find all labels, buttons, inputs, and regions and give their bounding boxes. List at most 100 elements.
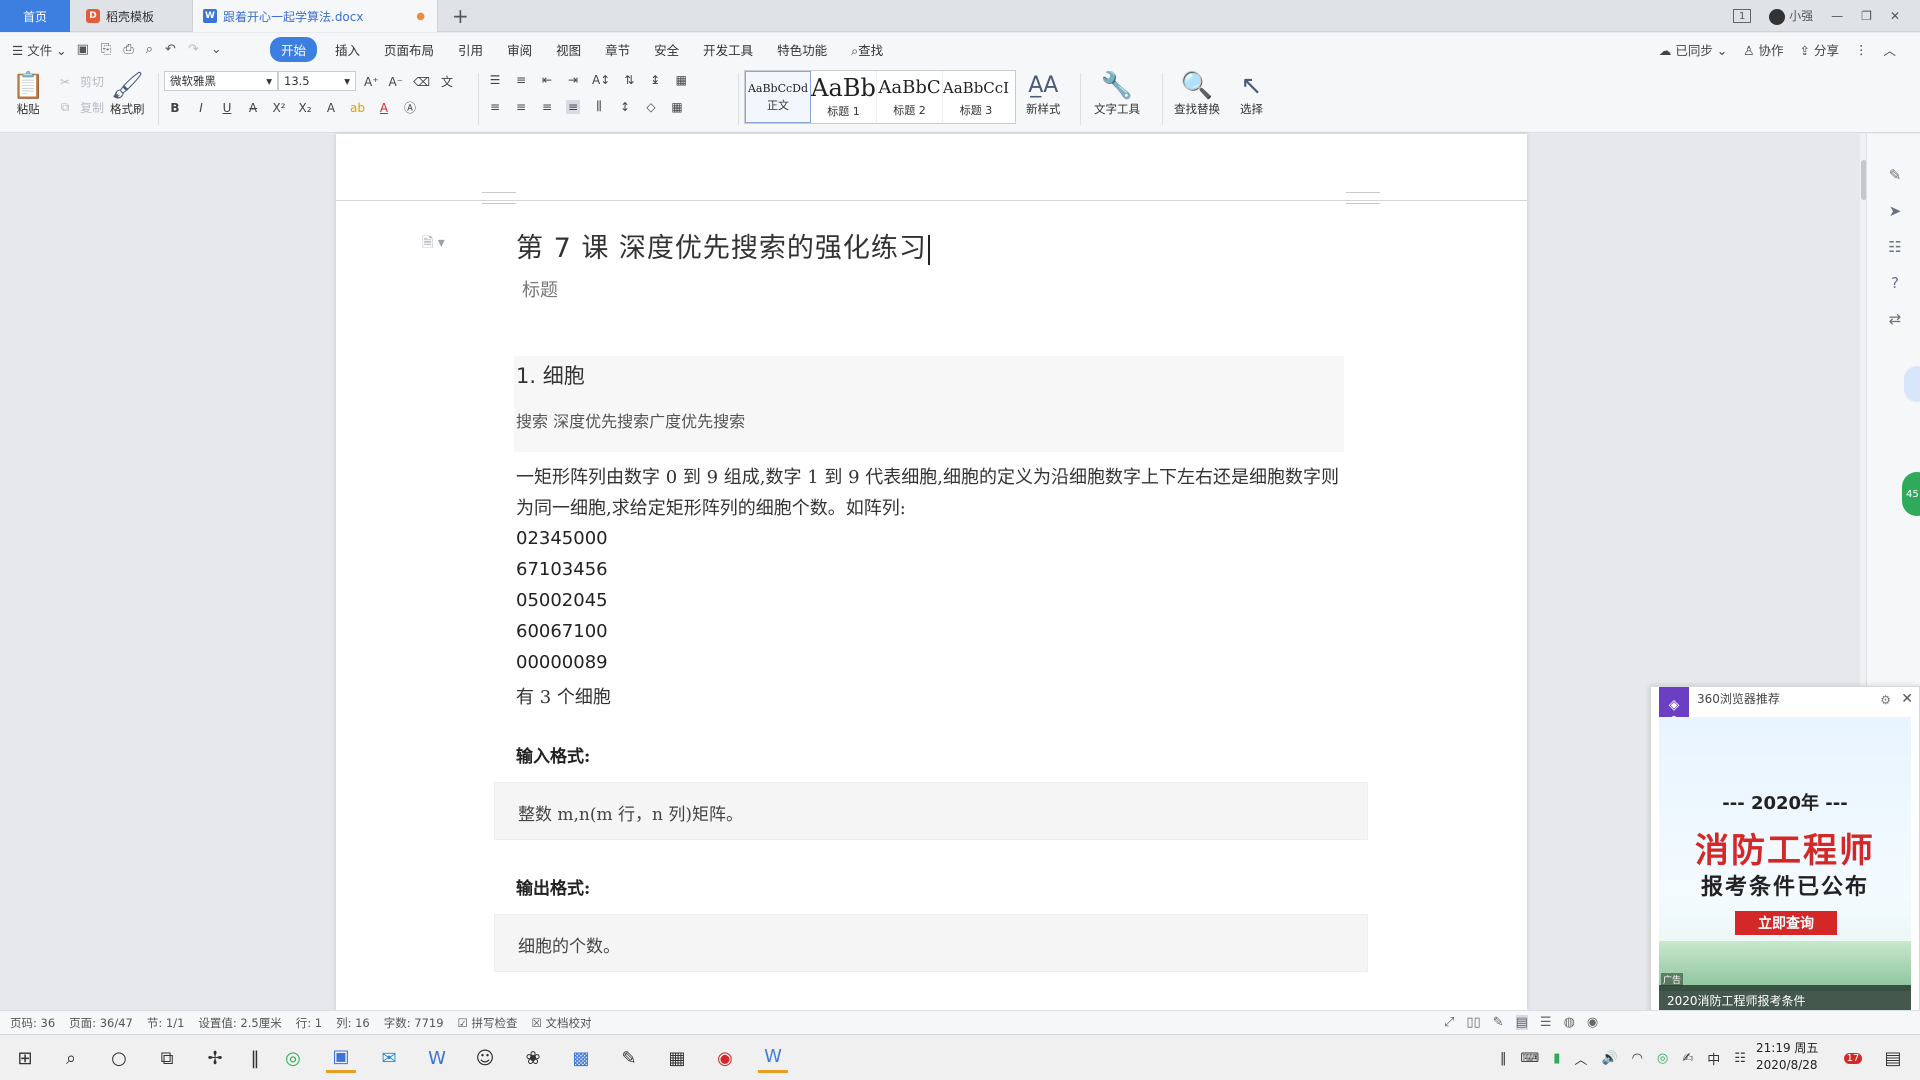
text-effect-icon[interactable]: A (324, 101, 338, 115)
pen-icon[interactable]: ✎ (1885, 166, 1905, 184)
sync-status[interactable]: ☁ 已同步 ⌄ (1659, 40, 1727, 59)
menu-tab-references[interactable]: 引用 (446, 40, 495, 59)
problem-description[interactable]: 一矩形阵列由数字 0 到 9 组成,数字 1 到 9 代表细胞,细胞的定义为沿细… (516, 462, 1352, 524)
floating-assistant[interactable] (1904, 366, 1920, 402)
numbered-list-icon[interactable]: ≡ (514, 73, 528, 87)
document-page[interactable]: 🗎 ▾ 第 7 课 深度优先搜索的强化练习 标题 1. 细胞 搜索 深度优先搜索… (336, 134, 1527, 1010)
menu-search[interactable]: ⌕查找 (839, 40, 895, 59)
underline-icon[interactable]: U (220, 101, 234, 115)
grow-font-icon[interactable]: A⁺ (364, 75, 379, 89)
search-icon[interactable]: ⌕ (56, 1043, 86, 1073)
file-menu[interactable]: ☰ 文件 ⌄ (12, 40, 67, 59)
network-icon[interactable]: ◠ (1632, 1051, 1643, 1066)
unsaved-dot-icon[interactable]: ● (416, 11, 425, 22)
new-tab-button[interactable]: + (452, 4, 469, 28)
calculator-icon[interactable]: ▦ (662, 1043, 692, 1073)
input-mode-icon[interactable]: ☷ (1734, 1051, 1746, 1066)
menu-tab-features[interactable]: 特色功能 (765, 40, 839, 59)
collab-button[interactable]: ♙ 协作 (1743, 40, 1783, 59)
bold-icon[interactable]: B (168, 101, 182, 115)
help-icon[interactable]: ? (1885, 274, 1905, 292)
matrix-row[interactable]: 60067100 (516, 621, 608, 642)
line-spacing-icon[interactable]: ↨ (648, 73, 662, 87)
shrink-font-icon[interactable]: A⁻ (389, 75, 404, 89)
matrix-row[interactable]: 67103456 (516, 559, 608, 580)
edit-mode-icon[interactable]: ✎ (1493, 1015, 1504, 1030)
matrix-row[interactable]: 05002045 (516, 590, 608, 611)
justify-icon[interactable]: ≡ (566, 99, 580, 114)
page-view-icon[interactable]: ▤ (1515, 1015, 1528, 1030)
paste-button[interactable]: 📋 粘贴 (12, 71, 44, 117)
cortana-icon[interactable]: ○ (104, 1043, 134, 1073)
more-icon[interactable]: ⋮ (1855, 42, 1868, 57)
ime-indicator[interactable]: 中 (1707, 1049, 1720, 1068)
taskbar-clock[interactable]: 21:19 周五 2020/8/28 (1756, 1040, 1818, 1074)
windows-start-icon[interactable]: ⊞ (10, 1043, 40, 1073)
align-center-icon[interactable]: ≡ (514, 100, 528, 114)
collapse-ribbon-icon[interactable]: ︿ (1883, 40, 1896, 59)
user-account[interactable]: 小强 (1769, 7, 1813, 25)
tab-template[interactable]: D 稻壳模板 (72, 0, 190, 32)
style-heading-3[interactable]: AaBbCcI 标题 3 (943, 71, 1009, 123)
action-center-icon[interactable]: ▤ (1878, 1043, 1908, 1073)
gear-icon[interactable]: ⚙ (1880, 693, 1891, 707)
proofread-button[interactable]: ☒ 文档校对 (532, 1015, 592, 1031)
table-icon[interactable]: ▦ (674, 73, 688, 87)
pinwheel-app-icon[interactable]: ✢ (200, 1043, 230, 1073)
style-heading-2[interactable]: AaBbC 标题 2 (877, 71, 943, 123)
increase-indent-icon[interactable]: ⇥ (566, 73, 580, 87)
minimize-icon[interactable]: — (1831, 9, 1843, 23)
status-section[interactable]: 节: 1/1 (147, 1015, 185, 1031)
ad-query-button[interactable]: 立即查询 (1735, 911, 1837, 935)
mail-icon[interactable]: ✉ (374, 1043, 404, 1073)
pointer-icon[interactable]: ➤ (1885, 202, 1905, 220)
fullscreen-icon[interactable]: ⤢ (1444, 1015, 1454, 1030)
page-title[interactable]: 第 7 课 深度优先搜索的强化练习 (516, 226, 930, 265)
show-hidden-icon[interactable]: ︿ (1574, 1049, 1587, 1068)
style-heading-1[interactable]: AaBb 标题 1 (811, 71, 877, 123)
status-pages[interactable]: 页面: 36/47 (69, 1015, 133, 1031)
shading-icon[interactable]: ◇ (644, 100, 658, 114)
bullet-list-icon[interactable]: ☰ (488, 73, 502, 87)
qq-app-icon[interactable]: ❀ (518, 1043, 548, 1073)
menu-tab-insert[interactable]: 插入 (323, 40, 372, 59)
cut-button[interactable]: ✂ 剪切 (58, 73, 104, 90)
superscript-icon[interactable]: X² (272, 101, 286, 115)
word-app-icon[interactable]: W (422, 1043, 452, 1073)
section-title[interactable]: 1. 细胞 (516, 360, 585, 390)
distribute-icon[interactable]: ⫼ (592, 99, 606, 114)
find-replace-button[interactable]: 🔍 查找替换 (1174, 71, 1220, 117)
subscript-icon[interactable]: X₂ (298, 101, 312, 115)
outline-view-icon[interactable]: ☰ (1540, 1015, 1552, 1030)
menu-tab-chapter[interactable]: 章节 (593, 40, 642, 59)
char-shading-icon[interactable]: Ⓐ (403, 99, 417, 116)
image-app-icon[interactable]: ▩ (566, 1043, 596, 1073)
paragraph-menu-icon[interactable]: 🗎 ▾ (422, 232, 445, 256)
format-painter-button[interactable]: 🖌 格式刷 (110, 71, 145, 117)
menu-tab-view[interactable]: 视图 (544, 40, 593, 59)
wps-writer-icon[interactable]: W (758, 1043, 788, 1073)
new-style-button[interactable]: A̲A 新样式 (1026, 71, 1061, 117)
matrix-row[interactable]: 00000089 (516, 652, 608, 673)
customize-icon[interactable]: ⌄ (209, 42, 224, 57)
eye-protection-icon[interactable]: ◉ (1587, 1015, 1598, 1030)
pen-tray-icon[interactable]: ✍ (1682, 1051, 1693, 1066)
share-button[interactable]: ⇪ 分享 (1800, 40, 1839, 59)
web-view-icon[interactable]: ◍ (1564, 1015, 1575, 1030)
menu-tab-layout[interactable]: 页面布局 (372, 40, 446, 59)
borders-icon[interactable]: ▦ (670, 100, 684, 114)
tab-home[interactable]: 首页 (0, 0, 70, 32)
volume-icon[interactable]: 🔊 (1601, 1051, 1617, 1066)
font-name-select[interactable]: 微软雅黑 ▾ (164, 71, 278, 91)
phonetic-icon[interactable]: 文 (440, 73, 454, 90)
menu-tab-security[interactable]: 安全 (642, 40, 691, 59)
font-size-select[interactable]: 13.5 ▾ (278, 71, 356, 91)
output-format-label[interactable]: 输出格式: (516, 874, 590, 899)
keyboard-icon[interactable]: ⌨ (1521, 1051, 1540, 1066)
status-page-number[interactable]: 页码: 36 (10, 1015, 55, 1031)
status-setting[interactable]: 设置值: 2.5厘米 (198, 1015, 281, 1031)
notification-badge-icon[interactable]: 17 (1838, 1043, 1868, 1073)
page-badge[interactable]: 1 (1733, 9, 1752, 23)
copy-button[interactable]: ⧉ 复制 (58, 99, 104, 116)
input-format-text[interactable]: 整数 m,n(m 行，n 列)矩阵。 (518, 800, 743, 825)
